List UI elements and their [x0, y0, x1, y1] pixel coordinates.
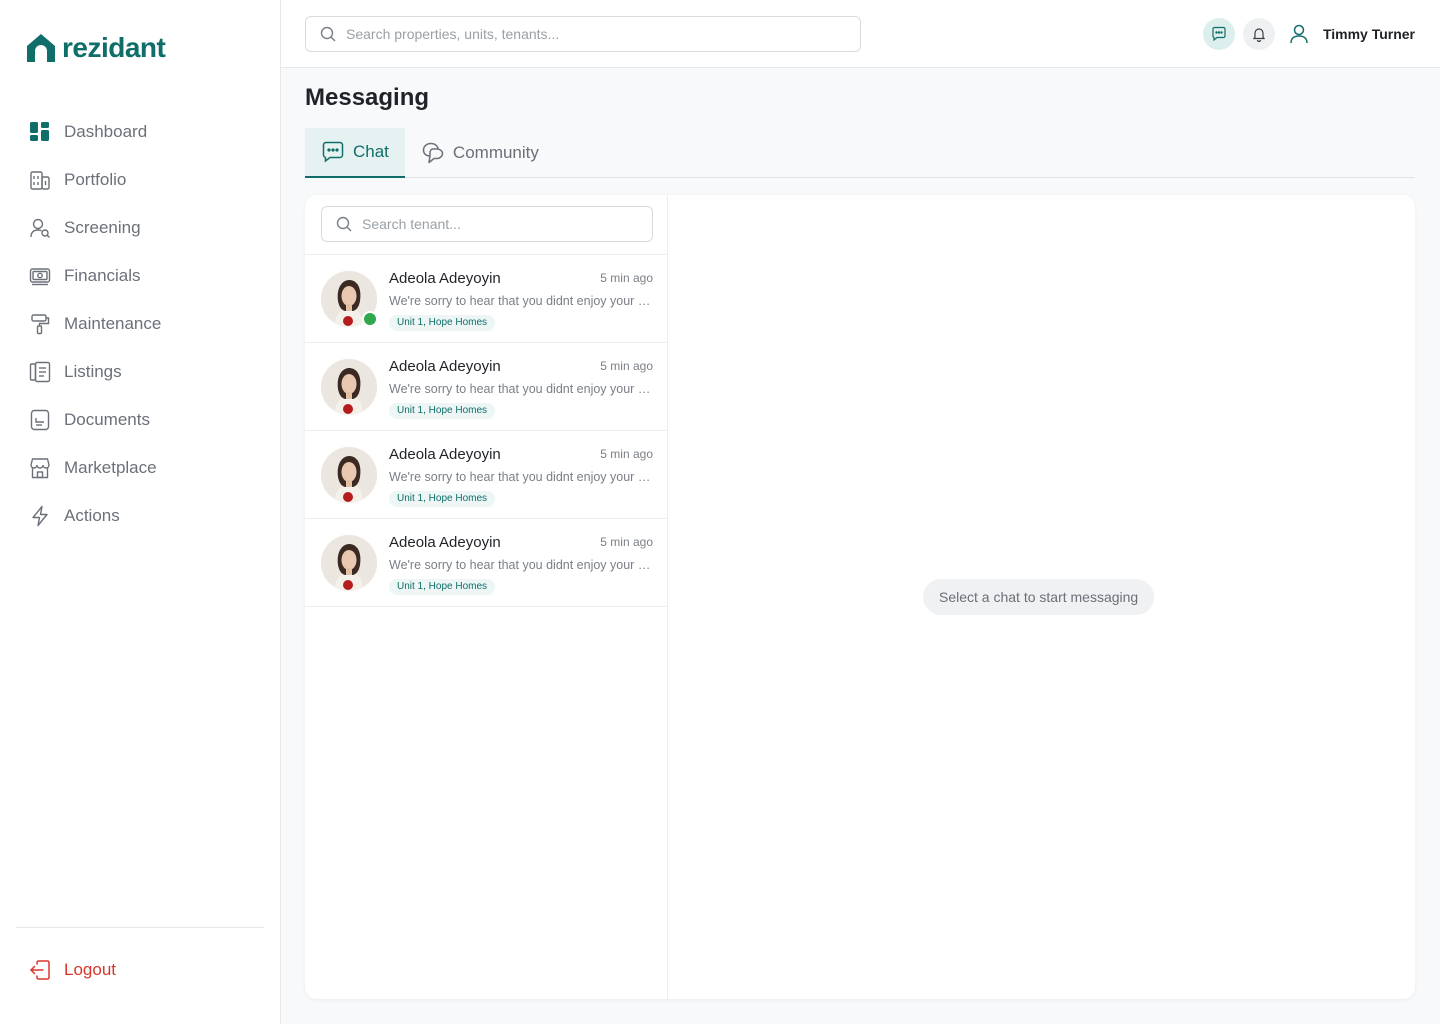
page-title: Messaging — [305, 84, 430, 111]
logout-icon — [28, 958, 52, 982]
chat-list-item[interactable]: Adeola Adeyoyin 5 min ago We're sorry to… — [305, 255, 668, 343]
unit-tag: Unit 1, Hope Homes — [389, 491, 496, 507]
chat-preview: We're sorry to hear that you didnt enjoy… — [389, 382, 655, 396]
avatar — [321, 359, 377, 415]
lightning-icon — [28, 504, 52, 528]
sidebar: rezidant Dashboard Portfolio Screening F… — [0, 0, 281, 1024]
brand-logo[interactable]: rezidant — [24, 31, 166, 65]
sidebar-divider — [16, 927, 264, 928]
messages-button[interactable] — [1202, 18, 1235, 50]
avatar — [321, 535, 377, 591]
chat-time: 5 min ago — [600, 359, 653, 373]
chat-name: Adeola Adeyoyin — [389, 358, 501, 375]
chat-preview: We're sorry to hear that you didnt enjoy… — [389, 294, 655, 308]
chat-preview: We're sorry to hear that you didnt enjoy… — [389, 470, 655, 484]
sidebar-item-listings[interactable]: Listings — [28, 356, 258, 388]
chat-name: Adeola Adeyoyin — [389, 446, 501, 463]
chat-list-item[interactable]: Adeola Adeyoyin 5 min ago We're sorry to… — [305, 431, 668, 519]
online-status-dot — [362, 311, 378, 327]
search-icon — [336, 216, 352, 232]
money-icon — [28, 264, 52, 288]
sidebar-item-label: Financials — [64, 266, 141, 285]
sidebar-item-label: Portfolio — [64, 170, 127, 189]
dashboard-icon — [28, 120, 52, 144]
bell-icon — [1252, 28, 1266, 42]
messaging-tabs: Chat Community — [305, 128, 1415, 178]
sidebar-item-documents[interactable]: Documents — [28, 404, 258, 436]
chat-list: Adeola Adeyoyin 5 min ago We're sorry to… — [305, 195, 668, 999]
sidebar-item-label: Listings — [64, 362, 122, 381]
chat-name: Adeola Adeyoyin — [389, 534, 501, 551]
tab-community[interactable]: Community — [405, 128, 555, 178]
messaging-panel: Adeola Adeyoyin 5 min ago We're sorry to… — [305, 195, 1415, 999]
tab-label: Community — [452, 143, 539, 162]
sidebar-nav: Dashboard Portfolio Screening Financials… — [28, 116, 258, 548]
user-name[interactable]: Timmy Turner — [1323, 26, 1415, 42]
logout-button[interactable]: Logout — [28, 958, 116, 982]
storefront-icon — [28, 456, 52, 480]
sidebar-item-label: Maintenance — [64, 314, 162, 333]
global-search-input[interactable] — [346, 26, 832, 42]
sidebar-item-dashboard[interactable]: Dashboard — [28, 116, 258, 148]
chat-list-item[interactable]: Adeola Adeyoyin 5 min ago We're sorry to… — [305, 519, 668, 607]
user-avatar-icon[interactable] — [1283, 18, 1315, 50]
chat-items: Adeola Adeyoyin 5 min ago We're sorry to… — [305, 254, 668, 607]
unit-tag: Unit 1, Hope Homes — [389, 315, 496, 331]
tab-chat[interactable]: Chat — [305, 128, 405, 178]
sidebar-item-financials[interactable]: Financials — [28, 260, 258, 292]
sidebar-item-marketplace[interactable]: Marketplace — [28, 452, 258, 484]
sidebar-item-maintenance[interactable]: Maintenance — [28, 308, 258, 340]
house-logo-icon — [27, 34, 55, 62]
chat-time: 5 min ago — [600, 271, 653, 285]
sidebar-item-label: Actions — [64, 506, 120, 525]
header-actions: Timmy Turner — [1202, 18, 1415, 50]
logout-label: Logout — [64, 960, 116, 979]
tenant-search[interactable] — [321, 206, 653, 242]
avatar — [321, 447, 377, 503]
document-icon — [28, 408, 52, 432]
chat-bubble-icon — [1212, 26, 1226, 42]
sidebar-item-label: Marketplace — [64, 458, 157, 477]
global-search[interactable] — [305, 16, 861, 52]
unit-tag: Unit 1, Hope Homes — [389, 579, 496, 595]
user-search-icon — [28, 216, 52, 240]
empty-chat-message: Select a chat to start messaging — [923, 579, 1155, 615]
listing-icon — [28, 360, 52, 384]
notifications-button[interactable] — [1242, 18, 1275, 50]
sidebar-item-label: Dashboard — [64, 122, 148, 141]
sidebar-item-portfolio[interactable]: Portfolio — [28, 164, 258, 196]
chat-preview: We're sorry to hear that you didnt enjoy… — [389, 558, 655, 572]
sidebar-item-screening[interactable]: Screening — [28, 212, 258, 244]
paint-roller-icon — [28, 312, 52, 336]
chat-time: 5 min ago — [600, 535, 653, 549]
chat-bubble-icon — [322, 141, 344, 163]
tenant-search-input[interactable] — [362, 216, 647, 232]
chat-time: 5 min ago — [600, 447, 653, 461]
chat-name: Adeola Adeyoyin — [389, 270, 501, 287]
sidebar-item-label: Screening — [64, 218, 141, 237]
community-chat-icon — [422, 142, 444, 164]
tab-label: Chat — [353, 142, 389, 161]
brand-name: rezidant — [62, 32, 166, 63]
search-icon — [320, 26, 336, 42]
sidebar-item-actions[interactable]: Actions — [28, 500, 258, 532]
unit-tag: Unit 1, Hope Homes — [389, 403, 496, 419]
sidebar-item-label: Documents — [64, 410, 150, 429]
chat-list-item[interactable]: Adeola Adeyoyin 5 min ago We're sorry to… — [305, 343, 668, 431]
building-icon — [28, 168, 52, 192]
top-header: Timmy Turner — [281, 0, 1440, 68]
